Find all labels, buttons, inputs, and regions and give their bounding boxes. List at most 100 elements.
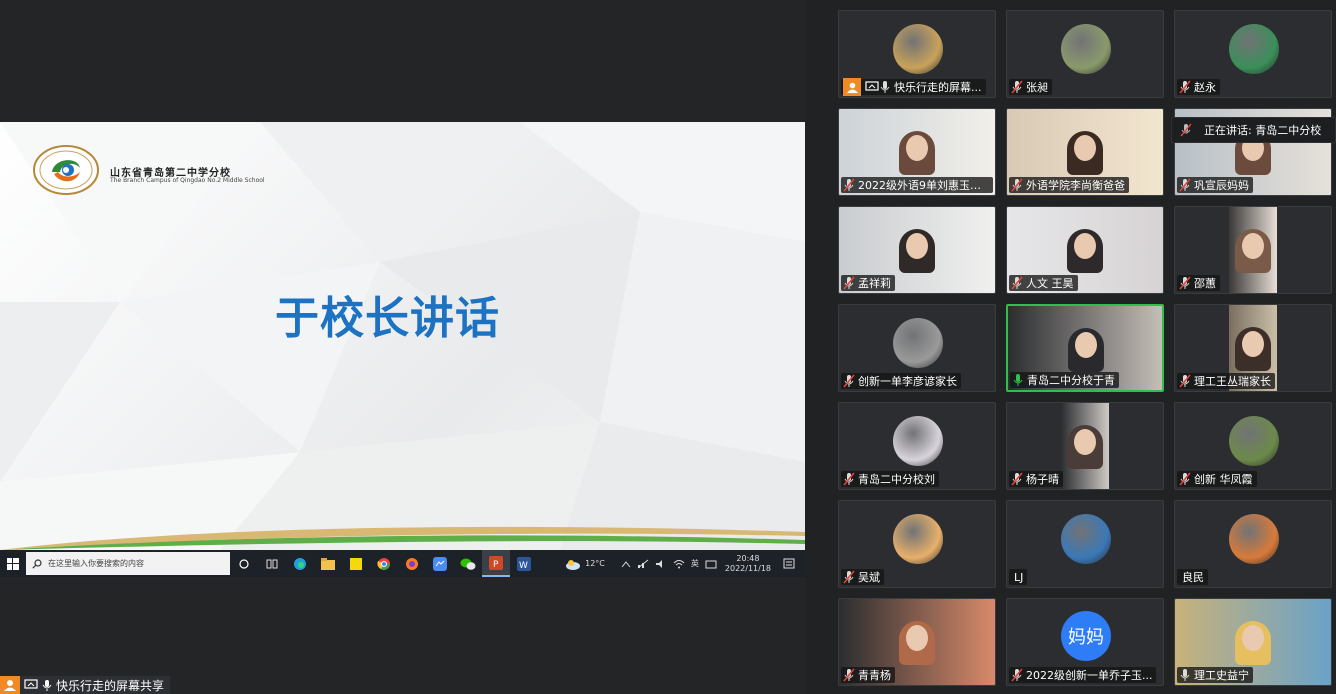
notification-icon[interactable] xyxy=(783,558,795,570)
microphone-icon xyxy=(1013,374,1023,386)
participant-tile[interactable]: 理工史益宁 xyxy=(1174,598,1332,686)
active-speaker-text: 正在讲话: 青岛二中分校 xyxy=(1204,124,1322,137)
participant-tile[interactable]: 青岛二中分校刘 xyxy=(838,402,996,490)
wechat-icon xyxy=(460,558,476,570)
participant-tile[interactable]: 杨子晴 xyxy=(1006,402,1164,490)
participant-gallery: 快乐行走的屏幕... 张昶 赵永 2022级外语9单刘惠玉妈... 外语学院李尚衡爸爸 巩… xyxy=(805,0,1336,694)
chrome-icon xyxy=(377,557,390,570)
muted-microphone-icon xyxy=(1179,80,1191,94)
screen-share-status: 快乐行走的屏幕共享 xyxy=(0,676,171,694)
volume-icon[interactable] xyxy=(655,559,667,569)
microphone-icon xyxy=(42,679,52,691)
screen-share-icon xyxy=(865,81,879,91)
muted-microphone-icon xyxy=(1011,276,1023,290)
edge-button[interactable] xyxy=(286,550,314,577)
timeline-button[interactable] xyxy=(258,550,286,577)
participant-name: 理工史益宁 xyxy=(1194,669,1249,682)
edge-icon xyxy=(294,557,306,570)
participant-tile[interactable]: 创新 华凤霞 xyxy=(1174,402,1332,490)
file-explorer-button[interactable] xyxy=(314,550,342,577)
participant-name: 人文 王昊 xyxy=(1026,277,1074,290)
participant-avatar xyxy=(893,416,943,466)
participant-nametag: 张昶 xyxy=(1009,79,1052,95)
participant-nametag: 吴斌 xyxy=(841,569,884,585)
sticky-notes-button[interactable] xyxy=(342,550,370,577)
participant-face xyxy=(906,625,928,651)
school-name-en: The Branch Campus of Qingdao No.2 Middle… xyxy=(110,177,265,184)
muted-microphone-icon xyxy=(1011,668,1023,682)
participant-nametag: 孟祥莉 xyxy=(841,275,895,291)
participant-nametag: 杨子晴 xyxy=(1009,471,1063,487)
participant-avatar xyxy=(1229,514,1279,564)
muted-microphone-icon xyxy=(843,178,855,192)
participant-tile[interactable]: LJ xyxy=(1006,500,1164,588)
firefox-button[interactable] xyxy=(398,550,426,577)
ime-indicator[interactable]: 英 xyxy=(691,558,699,569)
participant-tile[interactable]: 创新一单李彦谚家长 xyxy=(838,304,996,392)
muted-microphone-icon xyxy=(1179,374,1191,388)
person-icon xyxy=(4,680,16,691)
task-view-button[interactable] xyxy=(230,550,258,577)
participant-tile[interactable]: 快乐行走的屏幕... xyxy=(838,10,996,98)
wifi-icon[interactable] xyxy=(673,559,685,569)
app-button-chat[interactable] xyxy=(426,550,454,577)
chrome-button[interactable] xyxy=(370,550,398,577)
muted-microphone-icon xyxy=(1179,472,1191,486)
participant-face xyxy=(906,135,928,161)
clock-time: 20:48 xyxy=(736,553,760,563)
participant-tile[interactable]: 2022级外语9单刘惠玉妈... xyxy=(838,108,996,196)
slide-bottom-decoration xyxy=(0,526,805,550)
participant-tile[interactable]: 良民 xyxy=(1174,500,1332,588)
participant-name: 2022级外语9单刘惠玉妈... xyxy=(858,179,989,192)
participant-name: 创新一单李彦谚家长 xyxy=(858,375,957,388)
participant-nametag: 赵永 xyxy=(1177,79,1220,95)
muted-microphone-icon xyxy=(1179,178,1191,192)
chat-app-icon xyxy=(433,556,447,571)
participant-tile[interactable]: 邵蕙 xyxy=(1174,206,1332,294)
muted-microphone-icon xyxy=(1011,472,1023,486)
participant-nametag: 理工王丛瑞家长 xyxy=(1177,373,1275,389)
participant-face xyxy=(1074,429,1096,455)
word-button[interactable]: W xyxy=(510,550,538,577)
participant-nametag: 青岛二中分校刘 xyxy=(841,471,939,487)
keyboard-icon[interactable] xyxy=(705,559,717,569)
participant-name: 青岛二中分校刘 xyxy=(858,473,935,486)
weather-temperature: 12°C xyxy=(585,559,605,568)
participant-nametag: LJ xyxy=(1009,569,1028,585)
participant-nametag: 2022级创新一单乔子玉... xyxy=(1009,667,1157,683)
start-button[interactable] xyxy=(0,550,26,577)
school-logo xyxy=(33,145,99,195)
muted-microphone-icon xyxy=(843,374,855,388)
participant-nametag: 青岛二中分校于青 xyxy=(1010,372,1119,388)
participant-tile[interactable]: 吴斌 xyxy=(838,500,996,588)
participant-nametag: 2022级外语9单刘惠玉妈... xyxy=(841,177,993,193)
participant-tile[interactable]: 赵永 xyxy=(1174,10,1332,98)
participant-tile[interactable]: 孟祥莉 xyxy=(838,206,996,294)
wechat-button[interactable] xyxy=(454,550,482,577)
chevron-up-icon[interactable] xyxy=(621,560,631,568)
participant-tile[interactable]: 理工王丛瑞家长 xyxy=(1174,304,1332,392)
slide-title: 于校长讲话 xyxy=(275,293,500,344)
windows-icon xyxy=(7,557,19,570)
participant-tile[interactable]: 张昶 xyxy=(1006,10,1164,98)
system-clock[interactable]: 20:48 2022/11/18 xyxy=(725,554,771,574)
participant-name: 2022级创新一单乔子玉... xyxy=(1026,669,1153,682)
participant-tile[interactable]: 青岛二中分校于青 xyxy=(1006,304,1164,392)
participant-tile[interactable]: 青青杨 xyxy=(838,598,996,686)
participant-tile[interactable]: 妈妈 2022级创新一单乔子玉... xyxy=(1006,598,1164,686)
participant-tile[interactable]: 外语学院李尚衡爸爸 xyxy=(1006,108,1164,196)
taskbar-search-box[interactable]: 在这里输入你要搜索的内容 xyxy=(26,552,230,575)
muted-microphone-icon xyxy=(843,668,855,682)
network-icon[interactable] xyxy=(637,559,649,569)
participant-name: 青青杨 xyxy=(858,669,891,682)
muted-microphone-icon xyxy=(1011,80,1023,94)
participant-avatar xyxy=(893,514,943,564)
powerpoint-button[interactable]: P xyxy=(482,550,510,577)
participant-avatar xyxy=(1229,24,1279,74)
participant-tile[interactable]: 人文 王昊 xyxy=(1006,206,1164,294)
participant-face xyxy=(906,233,928,259)
participant-face xyxy=(1074,135,1096,161)
presenter-badge xyxy=(843,78,861,96)
participant-nametag: 理工史益宁 xyxy=(1177,667,1253,683)
screen-share-label: 快乐行走的屏幕共享 xyxy=(56,678,165,693)
